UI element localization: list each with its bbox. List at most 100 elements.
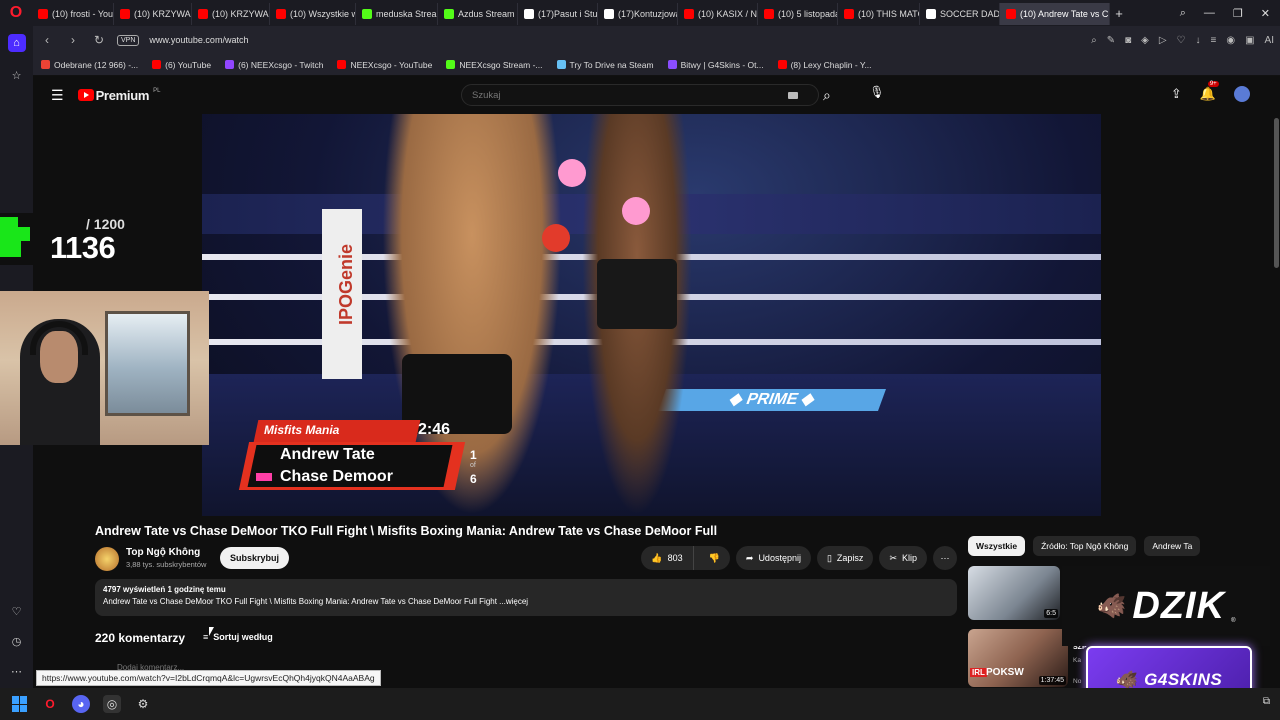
- tab-label: (10) frosti - YouT: [52, 9, 114, 19]
- back-icon[interactable]: ‹: [39, 33, 55, 47]
- keyboard-icon[interactable]: [788, 91, 798, 99]
- shield-icon[interactable]: ◈: [1141, 35, 1149, 46]
- browser-tab[interactable]: (10) THIS MATC: [838, 3, 920, 25]
- bookmark-label: (6) NEEXcsgo - Twitch: [238, 59, 324, 70]
- heart-icon[interactable]: ♡: [1177, 35, 1186, 46]
- chip-andrew[interactable]: Andrew Ta: [1144, 536, 1201, 556]
- tab-label: meduska Stream: [376, 9, 438, 19]
- upload-icon[interactable]: ⇪: [1171, 86, 1182, 102]
- search-input[interactable]: [472, 89, 788, 101]
- bookmark[interactable]: NEEXcsgo Stream -...: [446, 59, 543, 70]
- more-icon[interactable]: ⋯: [8, 662, 26, 680]
- bookmark[interactable]: NEEXcsgo - YouTube: [337, 60, 432, 70]
- star-icon[interactable]: ☆: [8, 66, 26, 84]
- windows-start-icon[interactable]: [12, 696, 28, 712]
- youtube-icon: [337, 60, 347, 69]
- related-video-thumbnail[interactable]: IRL POKSW 1:37:45: [968, 629, 1068, 687]
- related-video-thumbnail[interactable]: 6:5: [968, 566, 1060, 620]
- browser-tab[interactable]: (10) KASIX / NIT: [678, 3, 758, 25]
- save-button[interactable]: ▯ Zapisz: [816, 546, 874, 570]
- browser-tab[interactable]: Azdus Stream -: [438, 3, 518, 25]
- notifications-bell-icon[interactable]: 🔔 9+: [1200, 81, 1219, 102]
- bookmark-label: NEEXcsgo - YouTube: [350, 59, 433, 70]
- browser-tab[interactable]: (10) Wszystkie w: [270, 3, 356, 25]
- chip-source[interactable]: Źródło: Top Ngộ Không: [1033, 536, 1137, 556]
- menu-icon[interactable]: ≡: [1211, 35, 1217, 46]
- opera-logo-icon[interactable]: O: [0, 0, 32, 26]
- browser-tab[interactable]: (10) KRZYWA AK: [114, 3, 192, 25]
- description-box[interactable]: 4797 wyświetleń 1 godzinę temu Andrew Ta…: [95, 579, 957, 616]
- more-icon: ⋯: [940, 552, 950, 563]
- ai-button[interactable]: AI: [1265, 35, 1274, 46]
- camera-icon[interactable]: ◙: [1125, 35, 1131, 46]
- browser-tab[interactable]: SOCCER DADDY: [920, 3, 1000, 25]
- tab-strip: (10) frosti - YouT (10) KRZYWA AK (10) K…: [32, 0, 1170, 26]
- clip-label: Klip: [901, 553, 917, 563]
- tab-label: (17)Pasut i Stul: [538, 9, 598, 19]
- bookmark[interactable]: Bitwy | G4Skins - Ot...: [667, 60, 764, 70]
- windows-taskbar: O ◕ ◎ ⚙ ⧉: [0, 688, 1280, 720]
- bookmark[interactable]: (6) YouTube: [152, 60, 211, 70]
- forward-icon[interactable]: ›: [65, 33, 81, 47]
- close-icon[interactable]: ✕: [1261, 7, 1270, 20]
- bookmark-label: (8) Lexy Chaplin - Y...: [790, 59, 872, 70]
- ring-post-text: IPOGenie: [336, 244, 356, 326]
- browser-tab[interactable]: meduska Stream: [356, 3, 438, 25]
- home-icon[interactable]: ⌂: [7, 34, 26, 52]
- box-icon[interactable]: ▣: [1245, 35, 1254, 46]
- share-icon: ➦: [745, 552, 754, 563]
- search-tabs-icon[interactable]: ⌕: [1180, 7, 1186, 20]
- discord-icon[interactable]: ◕: [72, 695, 90, 713]
- share-button[interactable]: ➦ Udostępnij: [735, 546, 811, 570]
- bookmark[interactable]: Try To Drive na Steam: [556, 60, 654, 70]
- opera-icon[interactable]: O: [41, 695, 59, 713]
- hamburger-menu-icon[interactable]: ☰: [51, 87, 64, 104]
- history-icon[interactable]: ◷: [8, 632, 26, 650]
- download-icon[interactable]: ↓: [1196, 35, 1201, 46]
- maximize-icon[interactable]: ❐: [1233, 7, 1243, 20]
- search-icon[interactable]: ⌕: [1091, 35, 1097, 46]
- minimize-icon[interactable]: —: [1204, 7, 1215, 20]
- browser-tab[interactable]: (10) frosti - YouT: [32, 3, 114, 25]
- heart-icon[interactable]: ♡: [8, 602, 26, 620]
- system-tray-icon[interactable]: ⧉: [1263, 696, 1270, 707]
- obs-icon[interactable]: ◎: [103, 695, 121, 713]
- bookmark[interactable]: Odebrane (12 966) -...: [41, 60, 138, 70]
- boar-icon: 🐗: [1096, 592, 1127, 620]
- chip-all[interactable]: Wszystkie: [968, 536, 1026, 556]
- browser-tab-active[interactable]: (10) Andrew Tate vs C: [1000, 3, 1110, 25]
- bookmark[interactable]: (8) Lexy Chaplin - Y...: [777, 59, 872, 70]
- play-icon[interactable]: ▷: [1159, 35, 1167, 46]
- scrollbar-thumb[interactable]: [1274, 118, 1279, 268]
- bookmark-label: NEEXcsgo Stream -...: [459, 59, 543, 70]
- browser-tab[interactable]: (17)Pasut i Stul: [518, 3, 598, 25]
- clip-button[interactable]: ✂ Klip: [879, 546, 927, 570]
- video-player[interactable]: ◆ PRIME ◆ IPOGenie Misfits Mania 2:46 An…: [202, 114, 1101, 516]
- avatar[interactable]: [1234, 86, 1250, 102]
- microphone-icon[interactable]: 🎙: [867, 85, 887, 105]
- channel-name[interactable]: Top Ngộ Không: [126, 547, 200, 558]
- settings-gear-icon[interactable]: ⚙: [134, 695, 152, 713]
- reload-icon[interactable]: ↻: [91, 33, 107, 47]
- dislike-button[interactable]: 👎: [699, 546, 730, 570]
- tab-label: (10) Andrew Tate vs C: [1020, 9, 1109, 19]
- browser-tab[interactable]: (10) KRZYWA AK: [192, 3, 270, 25]
- browser-tab[interactable]: (17)Kontuzjowan: [598, 3, 678, 25]
- bookmark[interactable]: (6) NEEXcsgo - Twitch: [225, 60, 323, 70]
- vpn-badge[interactable]: VPN: [117, 34, 140, 46]
- more-actions-button[interactable]: ⋯: [933, 546, 957, 570]
- search-button[interactable]: ⌕: [823, 87, 831, 104]
- browser-tab[interactable]: (10) 5 listopada: [758, 3, 838, 25]
- profile-icon[interactable]: ◉: [1226, 35, 1235, 46]
- fighter-right-shorts: [597, 259, 677, 329]
- boxing-glove: [622, 197, 650, 225]
- tab-label: Azdus Stream -: [458, 9, 518, 19]
- like-button[interactable]: 👍 803: [641, 546, 694, 570]
- channel-avatar[interactable]: [95, 547, 119, 571]
- url-field[interactable]: www.youtube.com/watch: [149, 35, 1081, 45]
- g4skins-text: G4SKINS: [1144, 670, 1223, 689]
- edit-icon[interactable]: ✎: [1107, 35, 1115, 46]
- youtube-logo[interactable]: Premium PL: [77, 88, 160, 103]
- new-tab-button[interactable]: +: [1110, 6, 1128, 21]
- subscribe-button[interactable]: Subskrybuj: [220, 547, 290, 569]
